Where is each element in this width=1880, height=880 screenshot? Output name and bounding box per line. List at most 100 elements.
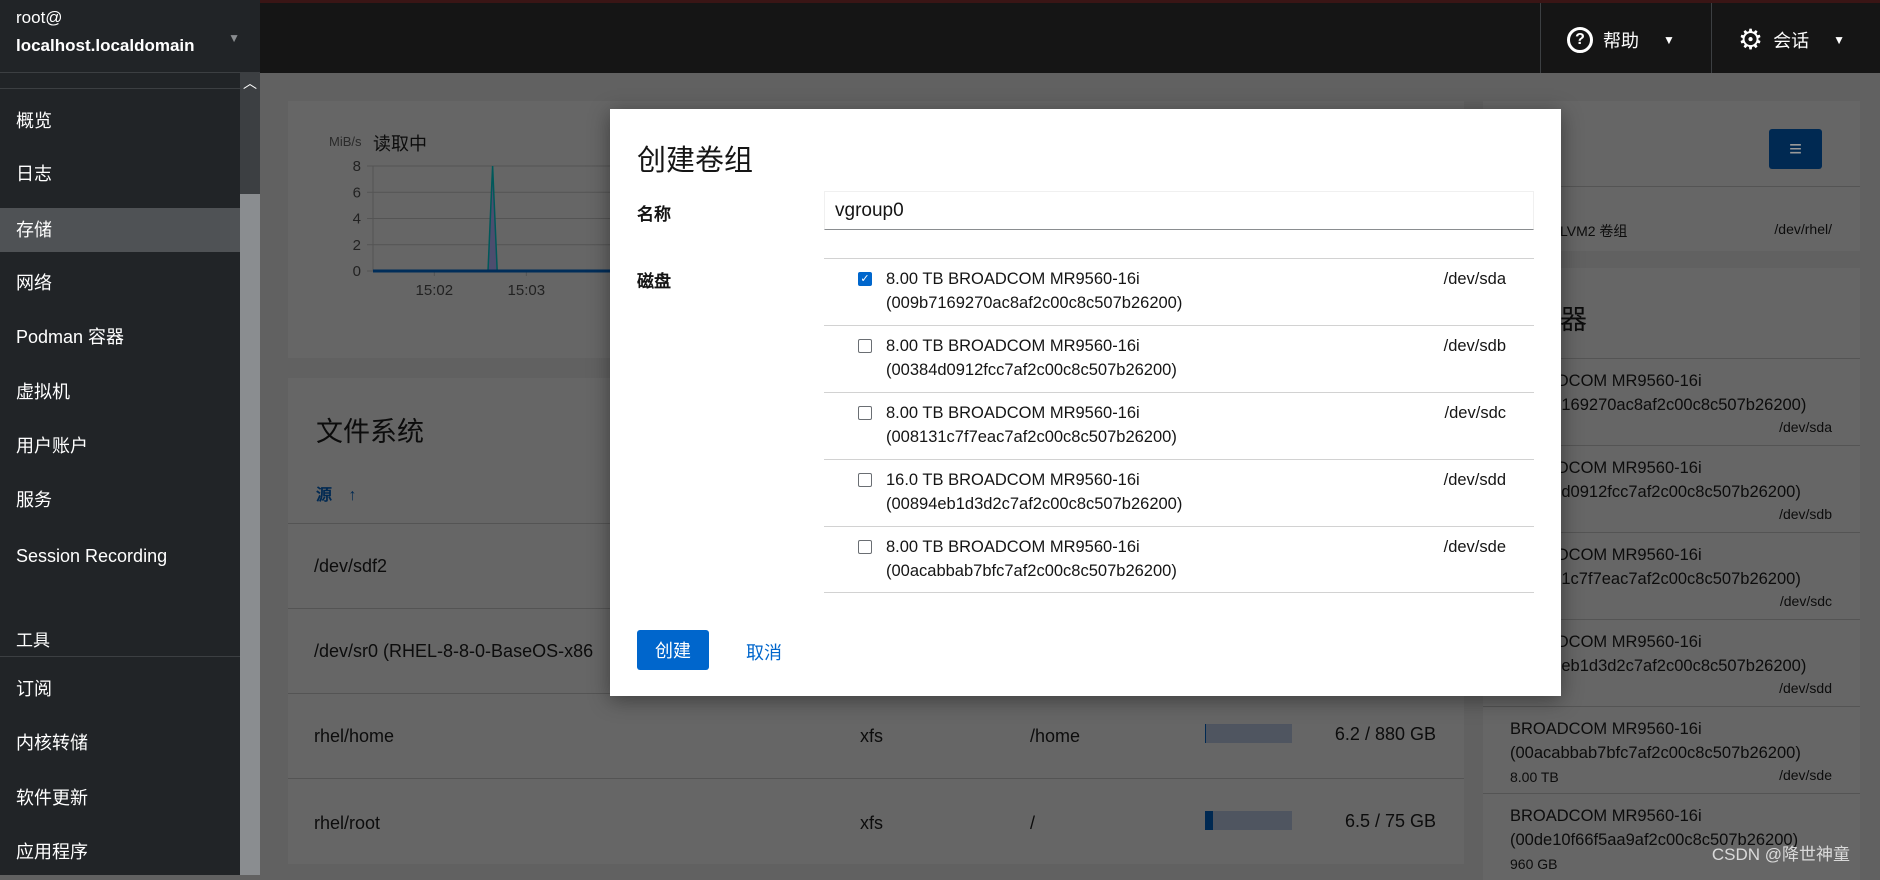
drive-name: BROADCOM MR9560-16i: [1510, 459, 1702, 477]
fs-source: rhel/root: [314, 813, 381, 833]
caret-down-icon: ▼: [1833, 32, 1845, 47]
drive-name: BROADCOM MR9560-16i: [1510, 720, 1702, 738]
sort-source-header[interactable]: 源 ↑: [316, 481, 356, 505]
watermark: CSDN @降世神童: [1711, 845, 1850, 864]
y-tick-label: 0: [353, 263, 361, 280]
table-row[interactable]: rhel/root xfs / 6.5 / 75 GB: [288, 778, 1464, 864]
disk-option[interactable]: 8.00 TB BROADCOM MR9560-16i (00acabbab7bf…: [824, 526, 1534, 593]
gear-icon: ⚙: [1738, 24, 1764, 55]
drive-name: BROADCOM MR9560-16i: [1510, 807, 1702, 825]
drive-item[interactable]: BROADCOM MR9560-16i (00acabbab7bfc7af2c00…: [1483, 706, 1860, 793]
name-input[interactable]: [824, 191, 1534, 230]
caret-down-icon: ▼: [228, 31, 240, 45]
sort-arrow-up-icon: ↑: [348, 487, 357, 504]
drive-item[interactable]: BROADCOM MR9560-16i (00de10f66f5aa9af2c00…: [1483, 793, 1860, 880]
usage-bar: [1205, 724, 1292, 743]
create-button[interactable]: 创建: [637, 630, 709, 670]
tools-heading: 工具: [16, 631, 50, 650]
sidebar-item-vms[interactable]: 虚拟机: [0, 370, 240, 414]
fs-type: xfs: [860, 726, 884, 746]
drives-title: 器: [1560, 305, 1587, 335]
drive-id: (00acabbab7bfc7af2c00c8c507b26200): [1510, 744, 1801, 762]
disk-device: /dev/sdc: [1444, 404, 1506, 422]
x-tick-label: 15:03: [508, 282, 546, 299]
drive-device: /dev/sda: [1779, 419, 1832, 435]
disk-option[interactable]: 8.00 TB BROADCOM MR9560-16i (008131c7f7ea…: [824, 392, 1534, 459]
disk-device: /dev/sdd: [1443, 471, 1506, 489]
chart-unit: MiB/s: [329, 134, 362, 149]
top-header: ? 帮助 ▼ ⚙ 会话 ▼: [0, 0, 1880, 76]
disk-label: 8.00 TB BROADCOM MR9560-16i (00acabbab7bf…: [886, 538, 1177, 580]
scrollbar-thumb[interactable]: [240, 194, 260, 875]
disk-option[interactable]: 8.00 TB BROADCOM MR9560-16i (00384d0912fc…: [824, 325, 1534, 392]
host-switcher[interactable]: root@ localhost.localdomain ▼: [0, 0, 260, 73]
session-label: 会话: [1773, 30, 1810, 51]
x-tick-label: 15:02: [416, 282, 454, 299]
fs-mount: /home: [1030, 726, 1081, 746]
disk-device: /dev/sde: [1443, 538, 1506, 556]
sidebar-item-subscriptions[interactable]: 订阅: [0, 667, 240, 711]
fs-source: /dev/sdf2: [314, 556, 388, 576]
disk-label: 16.0 TB BROADCOM MR9560-16i (00894eb1d3d2…: [886, 471, 1183, 513]
disk-checkbox[interactable]: ✓: [858, 272, 872, 286]
vg-path[interactable]: /dev/rhel/: [1774, 221, 1832, 237]
y-tick-label: 4: [353, 211, 361, 228]
sidebar-item-services[interactable]: 服务: [0, 478, 240, 522]
sidebar-item-accounts[interactable]: 用户账户: [0, 424, 240, 468]
drive-id: (008131c7f7eac7af2c00c8c507b26200): [1510, 570, 1801, 588]
sidebar-item-podman[interactable]: Podman 容器: [0, 315, 240, 359]
chevron-up-icon[interactable]: ︿: [243, 73, 257, 93]
fs-usage: 6.2 / 880 GB: [1334, 724, 1436, 744]
sidebar-item-overview[interactable]: 概览: [0, 99, 240, 143]
hamburger-icon: ≡: [1789, 136, 1802, 161]
drive-device: /dev/sde: [1779, 767, 1832, 783]
sidebar-item-networking[interactable]: 网络: [0, 261, 240, 305]
drive-device: /dev/sdb: [1779, 506, 1832, 522]
page-scrollbar[interactable]: [1860, 73, 1880, 875]
fs-usage: 6.5 / 75 GB: [1344, 811, 1436, 831]
sidebar-item-logs[interactable]: 日志: [0, 152, 240, 196]
help-menu-button[interactable]: ? 帮助 ▼: [1540, 3, 1712, 76]
divider: [0, 656, 240, 657]
sidebar-item-kdump[interactable]: 内核转储: [0, 721, 240, 765]
fs-mount: /: [1030, 813, 1036, 833]
disk-label: 8.00 TB BROADCOM MR9560-16i (009b7169270a…: [886, 270, 1183, 312]
disks-label: 磁盘: [637, 272, 671, 291]
disk-option[interactable]: 16.0 TB BROADCOM MR9560-16i (00894eb1d3d2…: [824, 459, 1534, 526]
session-menu-button[interactable]: ⚙ 会话 ▼: [1711, 3, 1880, 76]
disk-checkbox[interactable]: [858, 406, 872, 420]
drive-device: /dev/sdd: [1779, 680, 1832, 696]
divider: [824, 592, 1534, 593]
sidebar-item-storage[interactable]: 存储: [0, 208, 240, 252]
drive-id: (009b7169270ac8af2c00c8c507b26200): [1510, 396, 1807, 414]
dialog-title: 创建卷组: [637, 145, 754, 177]
table-row[interactable]: rhel/home xfs /home 6.2 / 880 GB: [288, 693, 1464, 778]
y-tick-label: 8: [353, 158, 361, 175]
drive-name: BROADCOM MR9560-16i: [1510, 546, 1702, 564]
create-volume-group-dialog: 创建卷组 名称 磁盘 ✓ 8.00 TB BROADCOM MR9560-16i(…: [610, 109, 1561, 696]
usage-bar: [1205, 811, 1292, 830]
drive-name: BROADCOM MR9560-16i: [1510, 372, 1702, 390]
drive-id: (00894eb1d3d2c7af2c00c8c507b26200): [1510, 657, 1807, 675]
cancel-button[interactable]: 取消: [746, 639, 782, 665]
y-tick-label: 2: [353, 237, 361, 254]
host-name: localhost.localdomain: [16, 36, 195, 55]
disk-option[interactable]: ✓ 8.00 TB BROADCOM MR9560-16i (009b7169270…: [824, 258, 1534, 325]
sidebar-item-apps[interactable]: 应用程序: [0, 830, 240, 874]
sidebar-search-area: [0, 73, 240, 89]
disk-checkbox[interactable]: [858, 540, 872, 554]
y-tick-label: 6: [353, 184, 361, 201]
sidebar-item-updates[interactable]: 软件更新: [0, 776, 240, 820]
caret-down-icon: ▼: [1663, 32, 1675, 47]
disk-label: 8.00 TB BROADCOM MR9560-16i (00384d0912fc…: [886, 337, 1177, 379]
sidebar-item-session-recording[interactable]: Session Recording: [0, 534, 240, 578]
sidebar-scrollbar[interactable]: ︿: [240, 73, 260, 875]
kebab-menu-button[interactable]: ≡: [1769, 129, 1822, 169]
disk-checkbox[interactable]: [858, 339, 872, 353]
fs-source: /dev/sr0 (RHEL-8-8-0-BaseOS-x86: [314, 641, 594, 661]
question-circle-icon: ?: [1567, 26, 1593, 53]
disk-label: 8.00 TB BROADCOM MR9560-16i (008131c7f7ea…: [886, 404, 1177, 446]
disk-device: /dev/sda: [1443, 270, 1506, 288]
drive-id: (00384d0912fcc7af2c00c8c507b26200): [1510, 483, 1801, 501]
disk-checkbox[interactable]: [858, 473, 872, 487]
